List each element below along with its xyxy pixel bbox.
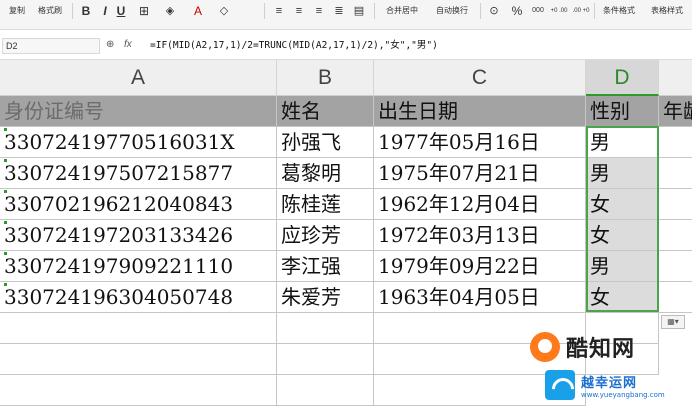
cell-gender-active[interactable]: 男: [586, 127, 659, 158]
cell-header-name[interactable]: 姓名: [277, 96, 374, 127]
cell-header-age[interactable]: 年龄: [659, 96, 692, 127]
cell-id[interactable]: 330724196304050748: [0, 282, 277, 313]
cell-age[interactable]: [659, 282, 692, 313]
column-header-d[interactable]: D: [586, 60, 659, 96]
cell-gender[interactable]: 女: [586, 220, 659, 251]
cell-id[interactable]: 33072419770516031X: [0, 127, 277, 158]
error-indicator-icon: [4, 190, 7, 193]
cell-name[interactable]: 葛黎明: [277, 158, 374, 189]
underline-button[interactable]: U: [114, 0, 128, 22]
spreadsheet-app: 复制 格式刷 B I U ⊞ ◈ A ◇ ≡ ≡ ≡ ≣ ▤ 合并居中 自动换行…: [0, 0, 692, 406]
name-box[interactable]: D2: [2, 38, 100, 54]
number-format-icon[interactable]: ⊙: [486, 0, 502, 22]
cell-birth[interactable]: 1977年05月16日: [374, 127, 586, 158]
wrap-text-button[interactable]: 自动换行: [428, 0, 476, 22]
cell-gender[interactable]: 男: [586, 251, 659, 282]
ribbon-toolbar: 复制 格式刷 B I U ⊞ ◈ A ◇ ≡ ≡ ≡ ≣ ▤ 合并居中 自动换行…: [0, 0, 692, 30]
cell-id[interactable]: 330724197909221110: [0, 251, 277, 282]
cell-gender[interactable]: 女: [586, 189, 659, 220]
cell-gender[interactable]: 男: [586, 158, 659, 189]
watermark-yueyang: 越幸运网 www.yueyangbang.com: [545, 366, 665, 404]
percent-button[interactable]: %: [510, 0, 524, 22]
watermark-url: www.yueyangbang.com: [581, 390, 665, 399]
cell-id[interactable]: 330724197507215877: [0, 158, 277, 189]
italic-button[interactable]: I: [98, 0, 112, 22]
cell-age[interactable]: [659, 220, 692, 251]
cell-name[interactable]: 孙强飞: [277, 127, 374, 158]
paste-options-icon[interactable]: ▦▾: [661, 315, 685, 329]
empty-cell[interactable]: [0, 375, 277, 406]
cell-id[interactable]: 330724197203133426: [0, 220, 277, 251]
toolbar-divider: [72, 3, 73, 19]
error-indicator-icon: [4, 128, 7, 131]
cell-header-gender[interactable]: 性别: [586, 96, 659, 127]
border-icon[interactable]: ⊞: [134, 0, 154, 22]
cell-birth[interactable]: 1963年04月05日: [374, 282, 586, 313]
cell-header-id[interactable]: 身份证编号: [0, 96, 277, 127]
watermark-kuzhi: 酷知网: [530, 332, 635, 362]
zoom-icon[interactable]: ⊕: [106, 38, 114, 52]
cell-birth[interactable]: 1972年03月13日: [374, 220, 586, 251]
column-header-e[interactable]: [659, 60, 692, 96]
column-header-a[interactable]: A: [0, 60, 277, 96]
align-left-icon[interactable]: ≡: [272, 0, 286, 22]
cell-birth[interactable]: 1975年07月21日: [374, 158, 586, 189]
cell-name[interactable]: 陈桂莲: [277, 189, 374, 220]
wifi-logo-icon: [545, 370, 575, 400]
column-header-b[interactable]: B: [277, 60, 374, 96]
cell-name[interactable]: 朱爱芳: [277, 282, 374, 313]
column-header-c[interactable]: C: [374, 60, 586, 96]
formula-bar: D2 ⊕ fx =IF(MID(A2,17,1)/2=TRUNC(MID(A2,…: [0, 30, 692, 60]
cell-birth[interactable]: 1962年12月04日: [374, 189, 586, 220]
cell-name[interactable]: 李江强: [277, 251, 374, 282]
increase-decimal-button[interactable]: +0 .00: [550, 0, 568, 22]
error-indicator-icon: [4, 283, 7, 286]
decrease-decimal-button[interactable]: .00 +0: [572, 0, 590, 22]
kuzhi-logo-icon: [530, 332, 560, 362]
cell-birth[interactable]: 1979年09月22日: [374, 251, 586, 282]
font-color-icon[interactable]: A: [188, 0, 208, 22]
clear-format-icon[interactable]: ◇: [214, 0, 234, 22]
watermark-brand: 越幸运网: [581, 375, 638, 391]
fx-icon[interactable]: fx: [124, 38, 132, 52]
distribute-icon[interactable]: ▤: [352, 0, 366, 22]
watermark-brand: 酷知网: [566, 337, 636, 362]
format-painter-button[interactable]: 格式刷: [32, 0, 68, 22]
toolbar-divider: [480, 3, 481, 19]
table-style-button[interactable]: 表格样式: [646, 0, 688, 22]
cell-name[interactable]: 应珍芳: [277, 220, 374, 251]
toolbar-divider: [374, 3, 375, 19]
cell-age[interactable]: [659, 127, 692, 158]
align-center-icon[interactable]: ≡: [292, 0, 306, 22]
empty-cell[interactable]: [277, 313, 374, 344]
cell-age[interactable]: [659, 251, 692, 282]
error-indicator-icon: [4, 252, 7, 255]
formula-input[interactable]: =IF(MID(A2,17,1)/2=TRUNC(MID(A2,17,1)/2)…: [150, 38, 438, 54]
align-right-icon[interactable]: ≡: [312, 0, 326, 22]
thousands-button[interactable]: 000: [530, 0, 546, 22]
align-justify-icon[interactable]: ≣: [332, 0, 346, 22]
bold-button[interactable]: B: [78, 0, 94, 22]
cell-gender[interactable]: 女: [586, 282, 659, 313]
merge-center-button[interactable]: 合并居中: [380, 0, 424, 22]
empty-cell[interactable]: [0, 344, 277, 375]
toolbar-divider: [594, 3, 595, 19]
cell-id[interactable]: 330702196212040843: [0, 189, 277, 220]
error-indicator-icon: [4, 221, 7, 224]
conditional-format-button[interactable]: 条件格式: [598, 0, 640, 22]
cell-age[interactable]: [659, 189, 692, 220]
cell-header-birth[interactable]: 出生日期: [374, 96, 586, 127]
empty-cell[interactable]: [277, 375, 374, 406]
empty-cell[interactable]: [0, 313, 277, 344]
cell-age[interactable]: [659, 158, 692, 189]
fill-color-icon[interactable]: ◈: [160, 0, 180, 22]
toolbar-divider: [264, 3, 265, 19]
error-indicator-icon: [4, 159, 7, 162]
empty-cell[interactable]: [277, 344, 374, 375]
copy-button[interactable]: 复制: [4, 0, 30, 22]
